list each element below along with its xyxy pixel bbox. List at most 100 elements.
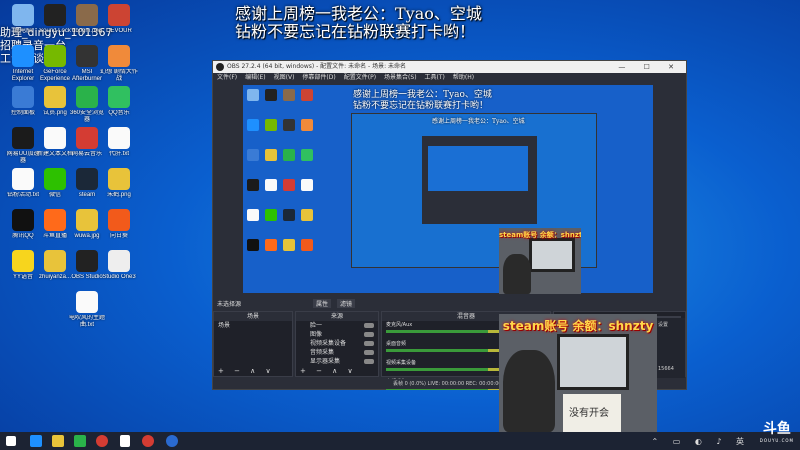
image-file-icon <box>76 4 98 26</box>
scenes-footer-buttons[interactable]: + − ∧ ∨ <box>214 367 292 376</box>
taskbar-obs-icon[interactable] <box>166 435 178 447</box>
desktop-icon[interactable]: 幻想 剧情大作战 <box>100 45 138 83</box>
source-item[interactable]: 脸一 <box>296 321 378 330</box>
sources-panel: 来源 脸一 图像 视频采集设备 音频采集 显示器采集 + − ∧ ∨ <box>295 311 379 377</box>
desktop: 助理_dingyu_101367 招聘录音一台 工会可谈 此电脑Sound Lo… <box>0 0 800 432</box>
taskbar-explorer-icon[interactable] <box>52 435 64 447</box>
chrome-icon <box>108 168 130 190</box>
desktop-icon[interactable]: 代肝.txt <box>100 127 138 158</box>
source-item[interactable]: 音频采集 <box>296 348 378 357</box>
taskbar-plane-icon[interactable] <box>120 435 130 447</box>
desktop-icon-label: Studio One3 <box>102 274 136 280</box>
preview-mini-icon <box>247 239 259 251</box>
text-file-icon <box>108 127 130 149</box>
webcam-small-monitor <box>529 238 575 272</box>
sources-header: 来源 <box>296 312 378 321</box>
webcam-main-monitor <box>557 334 629 390</box>
obs-menu-item[interactable]: 配置文件(P) <box>344 74 376 81</box>
visibility-eye-icon[interactable] <box>364 341 374 346</box>
taskbar-netease-icon[interactable] <box>96 435 108 447</box>
taskbar-music-icon[interactable] <box>142 435 154 447</box>
source-item-label: 视频采集设备 <box>310 340 347 347</box>
source-item[interactable]: 显示器采集 <box>296 357 378 366</box>
preview-mini-icon <box>283 239 295 251</box>
preview-mini-icon <box>283 119 295 131</box>
webcam-small-person <box>503 254 531 294</box>
obs-title-bar[interactable]: OBS 27.2.4 (64 bit, windows) - 配置文件: 未命名… <box>213 61 686 73</box>
msi-icon <box>76 45 98 67</box>
uu-icon <box>12 127 34 149</box>
obs-menu-item[interactable]: 帮助(H) <box>453 74 474 81</box>
obs-menu-item[interactable]: 编辑(E) <box>245 74 265 81</box>
douyu-watermark: 斗鱼 DOUYU.COM <box>760 422 794 447</box>
ie-icon <box>12 45 34 67</box>
desktop-icon[interactable]: 电吹风的主题曲.txt <box>68 291 106 329</box>
taskbar-ie-icon[interactable] <box>30 435 42 447</box>
obs-menu-item[interactable]: 视图(V) <box>274 74 295 81</box>
preview-mini-icon <box>301 119 313 131</box>
desktop-icon[interactable]: 朱鹤.png <box>100 168 138 199</box>
game-icon <box>108 45 130 67</box>
source-item[interactable]: 视频采集设备 <box>296 339 378 348</box>
webcam-small-banner: steam账号 余额：shnzty <box>499 231 581 239</box>
window-controls[interactable]: — ☐ ✕ <box>618 61 682 73</box>
desktop-icon[interactable]: QQ音乐 <box>100 86 138 117</box>
preview-mini-icon <box>301 89 313 101</box>
preview-mini-icon <box>265 179 277 191</box>
chrome-icon <box>76 209 98 231</box>
preview-mini-icon <box>283 179 295 191</box>
desktop-icon-label: 代肝.txt <box>108 151 129 157</box>
visibility-eye-icon[interactable] <box>364 323 374 328</box>
obs-menu-bar: 文件(F) 编辑(E) 视图(V) 停靠部件(D) 配置文件(P) 场景集合(S) 工具(T… <box>213 73 686 83</box>
desktop-icon-label: 幻想 剧情大作战 <box>100 69 138 82</box>
sources-footer-buttons[interactable]: + − ∧ ∨ <box>296 367 378 376</box>
studio-one-icon <box>108 250 130 272</box>
webcam-main-paper: 没有开会 <box>563 394 621 432</box>
sunflower-icon <box>108 209 130 231</box>
desktop-icon-label: QQ音乐 <box>108 110 130 116</box>
preview-mini-icon <box>265 119 277 131</box>
start-button-icon[interactable] <box>6 436 16 446</box>
no-source-label: 未选择源 <box>217 301 242 308</box>
preview-mini-icon <box>301 209 313 221</box>
preview-mini-icon <box>247 119 259 131</box>
obs-menu-item[interactable]: 工具(T) <box>425 74 445 81</box>
obs-menu-item[interactable]: 场景集合(S) <box>384 74 417 81</box>
preview-mini-icon <box>265 209 277 221</box>
browser-icon <box>76 86 98 108</box>
text-file-icon <box>44 127 66 149</box>
visibility-eye-icon[interactable] <box>364 359 374 364</box>
scenes-panel: 场景 场景 + − ∧ ∨ <box>213 311 293 377</box>
qq-music-icon <box>108 86 130 108</box>
system-tray[interactable]: ⌃ ▭ ◐ ♪ 英 <box>651 436 750 447</box>
obs-preview[interactable]: 感谢上周榜一我老公：Tyao、空城 钻粉不要忘记在钻粉联赛打卡哟！ 感谢上周榜一… <box>243 85 653 293</box>
controls-side-label: 设置 <box>658 322 669 328</box>
obs-app-icon <box>216 63 224 71</box>
visibility-eye-icon[interactable] <box>364 350 374 355</box>
paper-handwriting: 没有开会 <box>569 408 609 419</box>
desktop-icon[interactable]: 向日葵 <box>100 209 138 240</box>
preview-mini-icon <box>283 209 295 221</box>
desktop-icon[interactable]: DEVOUR <box>100 4 138 35</box>
filters-button[interactable]: 滤镜 <box>337 299 356 308</box>
preview-mini-icon <box>283 89 295 101</box>
scene-item[interactable]: 场景 <box>214 321 292 330</box>
source-item[interactable]: 图像 <box>296 330 378 339</box>
properties-button[interactable]: 属性 <box>313 299 332 308</box>
mixer-channel-label: 麦克风/Aux <box>386 322 413 328</box>
text-file-icon <box>76 291 98 313</box>
source-toolbar: 未选择源 属性 滤镜 <box>213 299 686 309</box>
wechat-icon <box>44 168 66 190</box>
source-item-label: 音频采集 <box>310 349 335 356</box>
obs-icon <box>76 250 98 272</box>
controls-side-panel: 设置 15664 <box>655 318 685 378</box>
sound-lock-icon <box>44 4 66 26</box>
preview-mini-icon <box>265 149 277 161</box>
desktop-icon[interactable]: Studio One3 <box>100 250 138 281</box>
preview-mini-icon <box>301 239 313 251</box>
visibility-eye-icon[interactable] <box>364 332 374 337</box>
taskbar-360-icon[interactable] <box>74 435 86 447</box>
desktop-icon-label: 向日葵 <box>109 233 128 239</box>
obs-menu-item[interactable]: 文件(F) <box>217 74 237 81</box>
obs-menu-item[interactable]: 停靠部件(D) <box>302 74 335 81</box>
